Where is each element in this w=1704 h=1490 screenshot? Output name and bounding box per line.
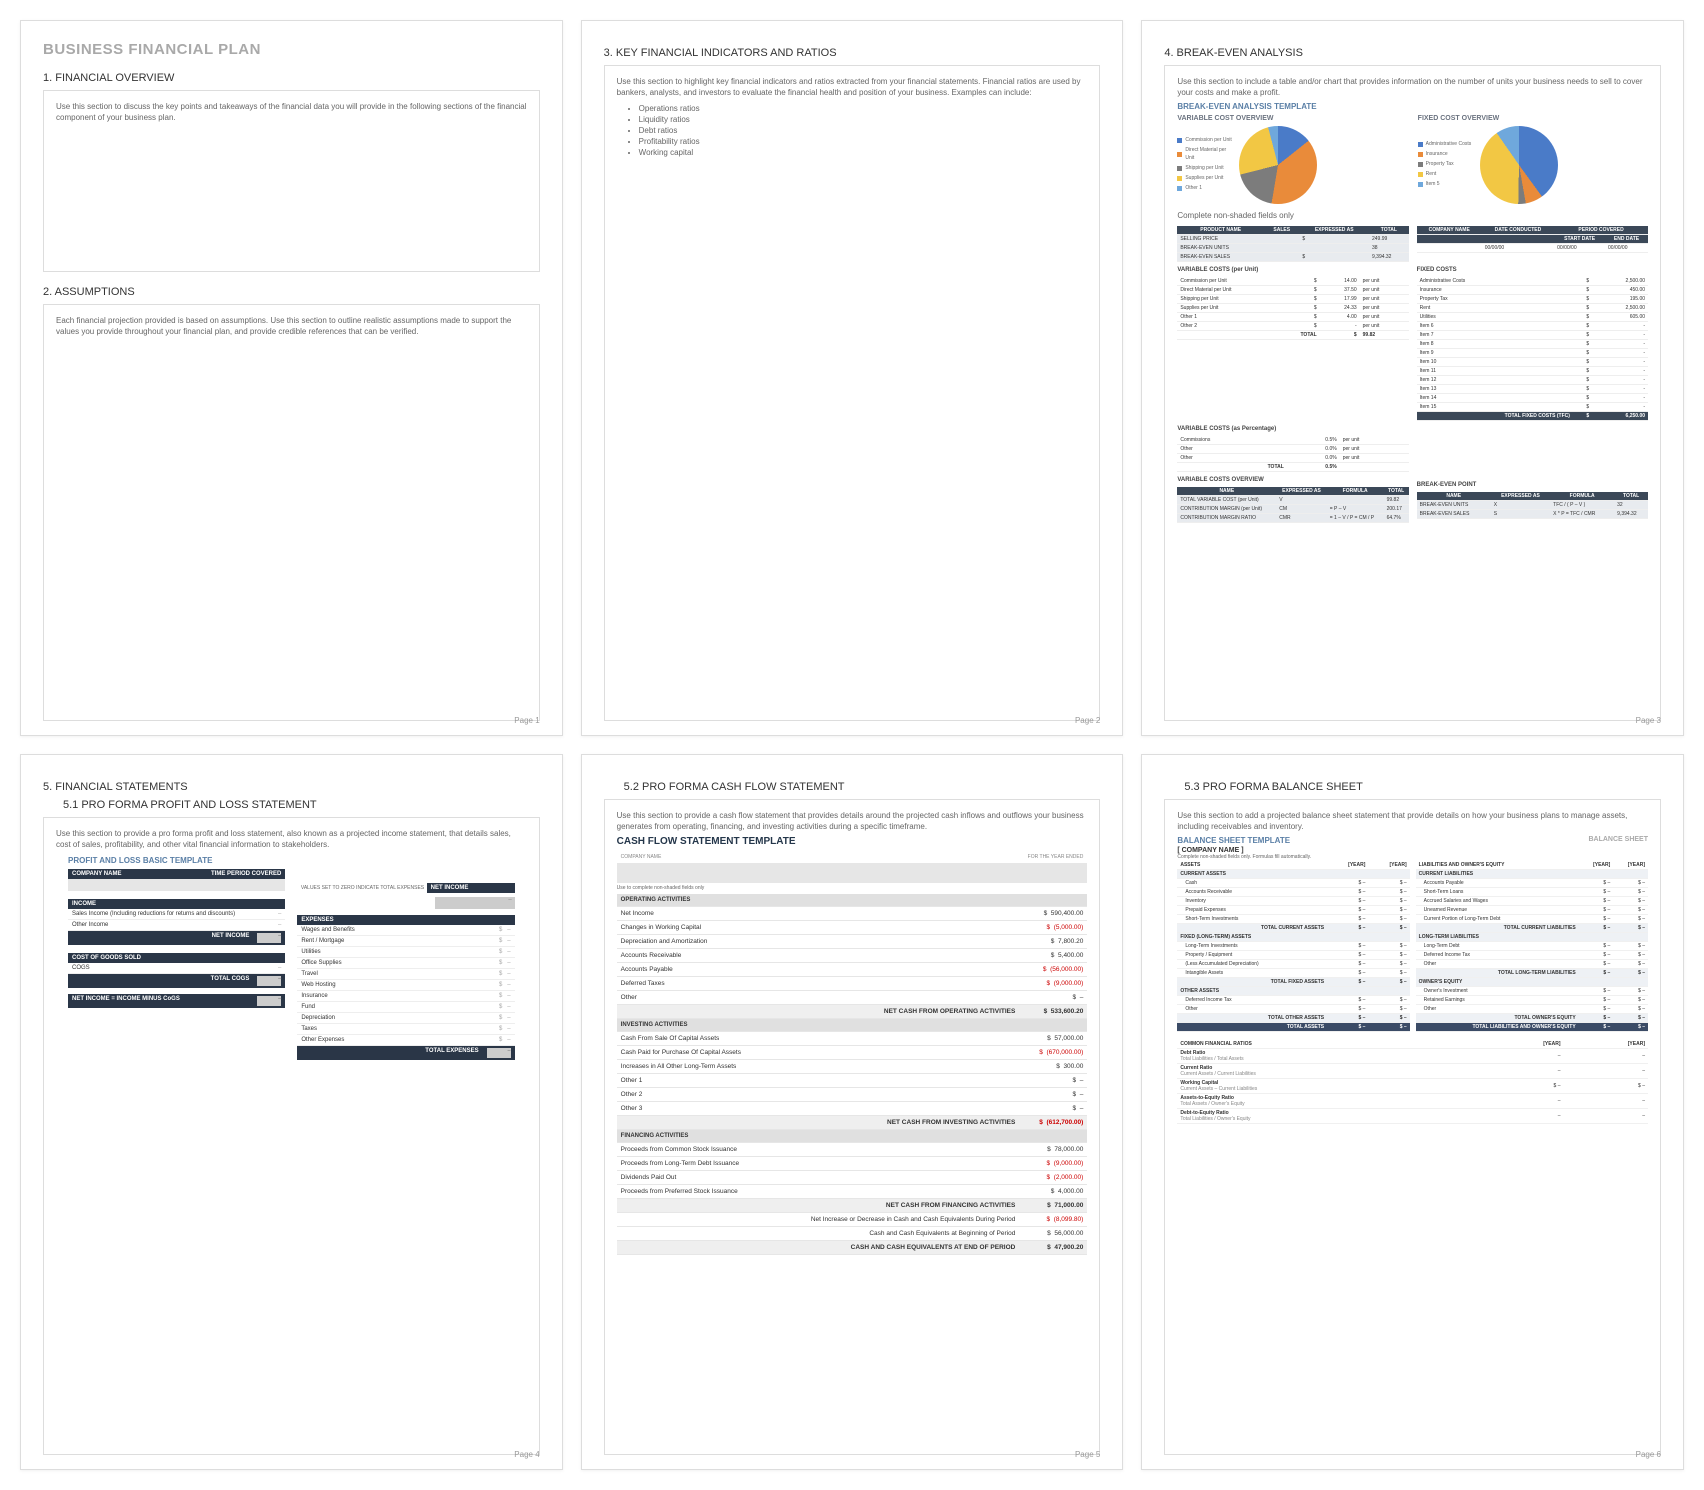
page-number: Page 6 [1636, 1450, 1661, 1459]
income-header: INCOME [68, 899, 285, 909]
section-5-3-box: Use this section to add a projected bala… [1164, 799, 1661, 1455]
section-2-desc: Each financial projection provided is ba… [56, 315, 527, 337]
list-item: Profitability ratios [639, 137, 1088, 146]
cashflow-table: OPERATING ACTIVITIESNet Income$ 590,400.… [617, 894, 1088, 1255]
product-sales-table: PRODUCT NAMESALESEXPRESSED ASTOTAL SELLI… [1177, 226, 1408, 262]
pl-left: COMPANY NAMETIME PERIOD COVERED INCOME S… [68, 869, 285, 1060]
section-1-title: 1. FINANCIAL OVERVIEW [43, 72, 540, 84]
fixed-costs-table: Administrative Costs$2,500.00Insurance$4… [1417, 277, 1648, 421]
cogs-header: COST OF GOODS SOLD [68, 953, 285, 963]
section-3-title: 3. KEY FINANCIAL INDICATORS AND RATIOS [604, 47, 1101, 59]
vc-table-header: VARIABLE COSTS (per Unit) [1177, 267, 1408, 273]
vc-pie-chart [1239, 126, 1317, 204]
list-item: Operations ratios [639, 104, 1088, 113]
pl-header-left: COMPANY NAMETIME PERIOD COVERED [68, 869, 285, 879]
variable-costs-pct-table: Commissions0.5%per unitOther0.0%per unit… [1177, 436, 1408, 472]
section-2-title: 2. ASSUMPTIONS [43, 286, 540, 298]
fixed-cost-chart: FIXED COST OVERVIEW Administrative Costs… [1418, 113, 1648, 204]
pl-columns: COMPANY NAMETIME PERIOD COVERED INCOME S… [56, 869, 527, 1060]
section-1-desc: Use this section to discuss the key poin… [56, 101, 527, 123]
vcp-header: VARIABLE COSTS (as Percentage) [1177, 426, 1408, 432]
page-number: Page 2 [1075, 716, 1100, 725]
net-income-footer: NET INCOME = INCOME MINUS CoGS– [68, 994, 285, 1008]
page-5: 5.2 PRO FORMA CASH FLOW STATEMENT Use th… [581, 754, 1124, 1470]
section-5-1-title: 5.1 PRO FORMA PROFIT AND LOSS STATEMENT [63, 799, 540, 811]
vc-legend: Commission per UnitDirect Material per U… [1177, 136, 1235, 194]
table-note: Complete non-shaded fields only [1177, 210, 1648, 221]
expenses-header: EXPENSES [297, 915, 514, 925]
page-3: 4. BREAK-EVEN ANALYSIS Use this section … [1141, 20, 1684, 736]
section-5-3-desc: Use this section to add a projected bala… [1177, 810, 1648, 832]
section-2-box: Each financial projection provided is ba… [43, 304, 540, 721]
fc-chart-title: FIXED COST OVERVIEW [1418, 115, 1648, 122]
vc-chart-title: VARIABLE COST OVERVIEW [1177, 115, 1407, 122]
section-5-3-title: 5.3 PRO FORMA BALANCE SHEET [1184, 781, 1661, 793]
section-4-box: Use this section to include a table and/… [1164, 65, 1661, 721]
section-4-title: 4. BREAK-EVEN ANALYSIS [1164, 47, 1661, 59]
page-number: Page 5 [1075, 1450, 1100, 1459]
bs-liabilities-table: LIABILITIES AND OWNER'S EQUITY[YEAR][YEA… [1416, 861, 1648, 1032]
bs-company: [ COMPANY NAME ] [1177, 847, 1648, 854]
breakeven-template-title: BREAK-EVEN ANALYSIS TEMPLATE [1177, 102, 1648, 111]
section-3-box: Use this section to highlight key financ… [604, 65, 1101, 721]
section-1-box: Use this section to discuss the key poin… [43, 90, 540, 272]
fc-table-header: FIXED COSTS [1417, 267, 1648, 273]
page-2: 3. KEY FINANCIAL INDICATORS AND RATIOS U… [581, 20, 1124, 736]
cashflow-header-table: COMPANY NAMEFOR THE YEAR ENDED [617, 851, 1088, 883]
pl-right: VALUES SET TO ZERO INDICATE TOTAL EXPENS… [297, 869, 514, 1060]
bs-template-title: BALANCE SHEET TEMPLATEBALANCE SHEET [1177, 836, 1648, 845]
variable-cost-chart: VARIABLE COST OVERVIEW Commission per Un… [1177, 113, 1407, 204]
section-5-1-box: Use this section to provide a pro forma … [43, 817, 540, 1455]
page-grid: BUSINESS FINANCIAL PLAN 1. FINANCIAL OVE… [0, 0, 1704, 1490]
page-6: 5.3 PRO FORMA BALANCE SHEET Use this sec… [1141, 754, 1684, 1470]
variable-costs-table: Commission per Unit$14.00per unitDirect … [1177, 277, 1408, 340]
expenses-rows: Wages and Benefits$ –Rent / Mortgage$ –U… [297, 925, 514, 1046]
bep-header: BREAK-EVEN POINT [1417, 482, 1648, 488]
list-item: Working capital [639, 148, 1088, 157]
company-period-table: COMPANY NAMEDATE CONDUCTEDPERIOD COVERED… [1417, 226, 1648, 253]
page-4: 5. FINANCIAL STATEMENTS 5.1 PRO FORMA PR… [20, 754, 563, 1470]
section-5-2-desc: Use this section to provide a cash flow … [617, 810, 1088, 832]
charts-row: VARIABLE COST OVERVIEW Commission per Un… [1177, 113, 1648, 204]
bs-ratios-table: COMMON FINANCIAL RATIOS[YEAR][YEAR]Debt … [1177, 1040, 1648, 1124]
list-item: Liquidity ratios [639, 115, 1088, 124]
section-5-2-title: 5.2 PRO FORMA CASH FLOW STATEMENT [624, 781, 1101, 793]
ov-header: VARIABLE COSTS OVERVIEW [1177, 477, 1408, 483]
document-title: BUSINESS FINANCIAL PLAN [43, 41, 540, 58]
section-5-1-desc: Use this section to provide a pro forma … [56, 828, 527, 850]
section-4-desc: Use this section to include a table and/… [1177, 76, 1648, 98]
fc-pie-chart [1480, 126, 1558, 204]
section-5-2-box: Use this section to provide a cash flow … [604, 799, 1101, 1455]
page-number: Page 3 [1636, 716, 1661, 725]
ratio-list: Operations ratios Liquidity ratios Debt … [639, 104, 1088, 157]
section-5-title: 5. FINANCIAL STATEMENTS [43, 781, 540, 793]
vc-overview-table: NAMEEXPRESSED ASFORMULATOTAL TOTAL VARIA… [1177, 487, 1408, 523]
section-3-desc: Use this section to highlight key financ… [617, 76, 1088, 98]
breakeven-point-table: NAMEEXPRESSED ASFORMULATOTAL BREAK-EVEN … [1417, 492, 1648, 519]
bs-assets-table: ASSETS[YEAR][YEAR]CURRENT ASSETSCash$ –$… [1177, 861, 1409, 1032]
list-item: Debt ratios [639, 126, 1088, 135]
page-number: Page 1 [514, 716, 539, 725]
page-1: BUSINESS FINANCIAL PLAN 1. FINANCIAL OVE… [20, 20, 563, 736]
cashflow-template-title: CASH FLOW STATEMENT TEMPLATE [617, 836, 1088, 847]
page-number: Page 4 [514, 1450, 539, 1459]
fc-legend: Administrative CostsInsuranceProperty Ta… [1418, 140, 1476, 190]
pl-template-title: PROFIT AND LOSS BASIC TEMPLATE [68, 856, 527, 865]
